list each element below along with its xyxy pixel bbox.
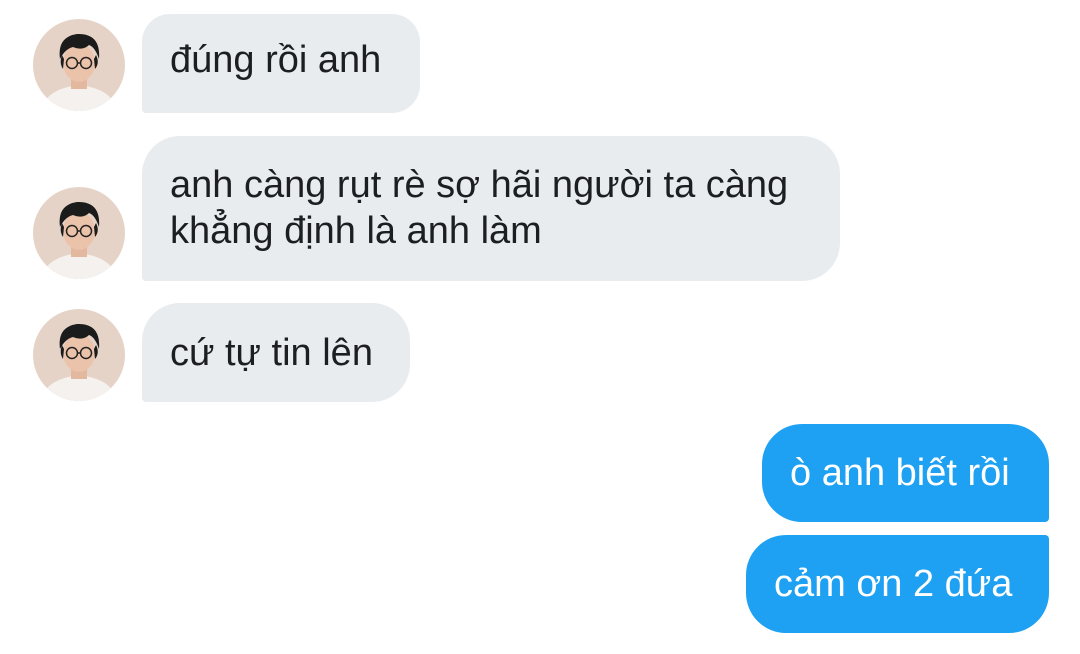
person-photo-avatar-icon [33,19,125,111]
avatar[interactable] [33,309,125,401]
incoming-message-bubble[interactable]: anh càng rụt rè sợ hãi người ta càng khẳ… [142,136,840,281]
avatar[interactable] [33,19,125,111]
incoming-message-bubble[interactable]: đúng rồi anh [142,14,420,113]
outgoing-message-bubble[interactable]: ò anh biết rồi [762,424,1049,522]
message-text: cảm ơn 2 đứa [774,563,1013,605]
chat-thread: đúng rồi anh anh càng rụt rè sợ hãi ngườ… [0,0,1080,654]
message-text: cứ tự tin lên [170,332,373,374]
person-photo-avatar-icon [33,309,125,401]
avatar[interactable] [33,187,125,279]
message-text-line: anh càng rụt rè sợ hãi người ta càng [170,164,789,206]
outgoing-message-bubble[interactable]: cảm ơn 2 đứa [746,535,1049,633]
person-photo-avatar-icon [33,187,125,279]
incoming-message-bubble[interactable]: cứ tự tin lên [142,303,410,402]
message-text: đúng rồi anh [170,39,382,81]
message-text-line: khẳng định là anh làm [170,210,542,252]
message-text: ò anh biết rồi [790,452,1010,494]
